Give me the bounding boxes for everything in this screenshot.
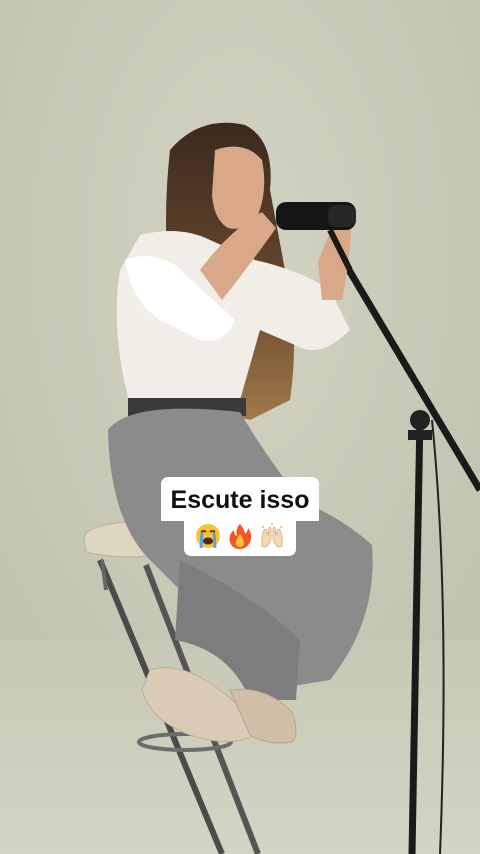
crying-face-icon bbox=[196, 524, 220, 549]
caption-overlay: Escute isso bbox=[0, 477, 480, 556]
caption-emojis bbox=[184, 520, 296, 556]
fire-icon bbox=[229, 524, 252, 549]
caption-text: Escute isso bbox=[160, 477, 320, 521]
raising-hands-icon bbox=[261, 523, 283, 548]
video-frame bbox=[0, 0, 480, 854]
